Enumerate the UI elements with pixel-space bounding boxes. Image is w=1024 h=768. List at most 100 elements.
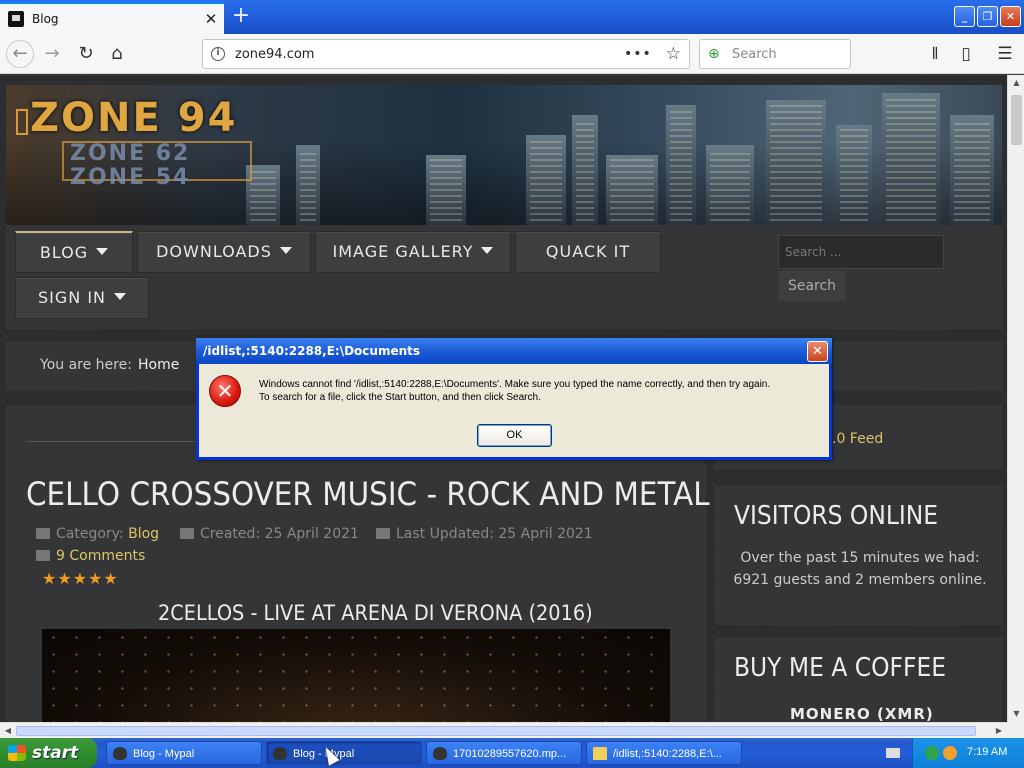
nav-label: DOWNLOADS [156,242,272,261]
browser-search-input[interactable]: ⊕ Search [699,39,851,69]
logo-frame [16,109,28,135]
address-bar[interactable]: i zone94.com ••• ☆ [202,39,690,69]
start-label: start [32,743,79,763]
visitors-heading: VISITORS ONLINE [734,501,939,531]
taskbar-item-label: 17010289557620.mp... [453,748,567,760]
folder-icon [593,747,607,760]
taskbar-item[interactable]: Blog - Mypal [106,741,262,765]
home-icon[interactable]: ⌂ [103,40,131,68]
bookmark-star-icon[interactable]: ☆ [666,44,681,64]
restore-button[interactable]: ❐ [977,6,998,27]
star-rating[interactable]: ★★★★★ [42,569,119,588]
minimize-button[interactable]: _ [954,6,975,27]
dialog-close-button[interactable]: ✕ [807,341,828,362]
scroll-corner [1007,722,1024,738]
menu-icon[interactable]: ☰ [991,40,1019,68]
coffee-module: BUY ME A COFFEE MONERO (XMR) [714,637,1002,722]
search-icon: ⊕ [708,46,720,62]
site-logo[interactable]: ZONE 94 [30,95,237,141]
keyboard-icon[interactable] [886,748,900,758]
back-arrow-icon[interactable]: ← [6,40,34,68]
nav-label: QUACK IT [545,242,631,261]
sidebar-icon[interactable]: ▯ [952,40,980,68]
visitors-text: Over the past 15 minutes we had: 6921 gu… [733,550,987,588]
video-title: 2CELLOS - LIVE AT ARENA DI VERONA (2016) [158,601,593,625]
scroll-up-icon[interactable]: ▲ [1008,75,1024,91]
taskbar-item[interactable]: 17010289557620.mp... [426,741,582,765]
nav-item-blog[interactable]: BLOG [15,231,133,273]
caret-down-icon [114,293,126,300]
logo-subtitle: ZONE 54 [70,165,191,190]
folder-icon [36,528,50,539]
tab-close-icon[interactable]: ✕ [198,10,224,28]
site-search-input[interactable]: Search ... [778,235,944,269]
browser-app-icon [433,747,447,760]
taskbar-item-label: Blog - Mypal [133,748,195,760]
nav-label: SIGN IN [37,288,106,307]
dialog-message: Windows cannot find '/idlist,:5140:2288,… [259,379,771,390]
logo-subtitle: ZONE 62 [70,141,191,166]
breadcrumb-home-link[interactable]: Home [138,357,179,373]
windows-logo-icon [8,745,26,761]
browser-tab[interactable]: Blog ✕ [0,2,224,34]
reload-icon[interactable]: ↻ [72,40,100,68]
article-category: Category: Blog [36,526,159,542]
search-placeholder: Search [732,46,777,62]
scroll-thumb[interactable] [16,726,976,736]
error-icon: ✕ [209,375,241,407]
browser-toolbar: ← → ↻ ⌂ i zone94.com ••• ☆ ⊕ Search 𝍪 ▯ … [0,34,1024,74]
scroll-left-icon[interactable]: ◀ [0,723,16,739]
clock[interactable]: 7:19 AM [967,746,1007,758]
dialog-titlebar[interactable]: /idlist,:5140:2288,E:\Documents ✕ [196,338,832,364]
taskbar-item[interactable]: Blog - Mypal [266,741,422,765]
scroll-down-icon[interactable]: ▼ [1008,706,1024,722]
nav-item-sign-in[interactable]: SIGN IN [15,277,149,319]
site-favicon-icon [8,11,24,27]
browser-app-icon [273,747,287,760]
library-icon[interactable]: 𝍪 [921,40,949,68]
info-icon[interactable]: i [211,47,225,61]
calendar-icon [180,528,194,539]
error-dialog: /idlist,:5140:2288,E:\Documents ✕ ✕ Wind… [196,338,832,460]
taskbar: start Blog - Mypal Blog - Mypal 17010289… [0,738,1024,768]
page-actions-icon[interactable]: ••• [624,46,652,62]
category-link[interactable]: Blog [128,526,159,542]
site-banner: ZONE 94 ZONE 62 ZONE 54 [6,85,1002,225]
video-player[interactable] [42,629,670,722]
scroll-right-icon[interactable]: ▶ [991,723,1007,739]
taskbar-item-label: /idlist,:5140:2288,E:\... [613,748,722,760]
horizontal-scrollbar[interactable]: ◀ ▶ [0,722,1007,738]
article-title[interactable]: CELLO CROSSOVER MUSIC - ROCK AND METAL [26,475,710,513]
start-button[interactable]: start [0,738,97,768]
calendar-icon [376,528,390,539]
tab-title: Blog [32,12,59,26]
comments-link[interactable]: 9 Comments [36,548,145,564]
article-created: Created: 25 April 2021 [180,526,359,542]
system-tray: 7:19 AM [912,738,1024,768]
site-search-button[interactable]: Search [778,271,846,301]
created-date: Created: 25 April 2021 [200,526,359,542]
nav-label: IMAGE GALLERY [332,242,474,261]
nav-item-downloads[interactable]: DOWNLOADS [137,231,311,273]
browser-titlebar: Blog ✕ + _ ❐ ✕ [0,0,1024,34]
nav-item-quack-it[interactable]: QUACK IT [515,231,661,273]
scroll-thumb[interactable] [1011,95,1022,145]
dialog-title: /idlist,:5140:2288,E:\Documents [203,344,421,358]
close-window-button[interactable]: ✕ [1000,6,1021,27]
forward-arrow-icon[interactable]: → [38,40,66,68]
site-nav: BLOG DOWNLOADS IMAGE GALLERY QUACK IT SI… [6,225,1002,329]
new-tab-button[interactable]: + [228,4,254,30]
ok-button[interactable]: OK [477,424,552,447]
vertical-scrollbar[interactable]: ▲ ▼ [1007,75,1024,722]
feed-link[interactable]: .0 Feed [832,431,883,447]
browser-app-icon [113,747,127,760]
search-icon[interactable] [943,746,957,760]
network-icon[interactable] [925,746,939,760]
taskbar-item[interactable]: /idlist,:5140:2288,E:\... [586,741,742,765]
url-text[interactable]: zone94.com [235,47,624,62]
nav-item-image-gallery[interactable]: IMAGE GALLERY [315,231,511,273]
breadcrumb-prefix: You are here: [40,357,132,373]
article-updated: Last Updated: 25 April 2021 [376,526,593,542]
coffee-heading: BUY ME A COFFEE [734,653,947,683]
caret-down-icon [96,248,109,255]
